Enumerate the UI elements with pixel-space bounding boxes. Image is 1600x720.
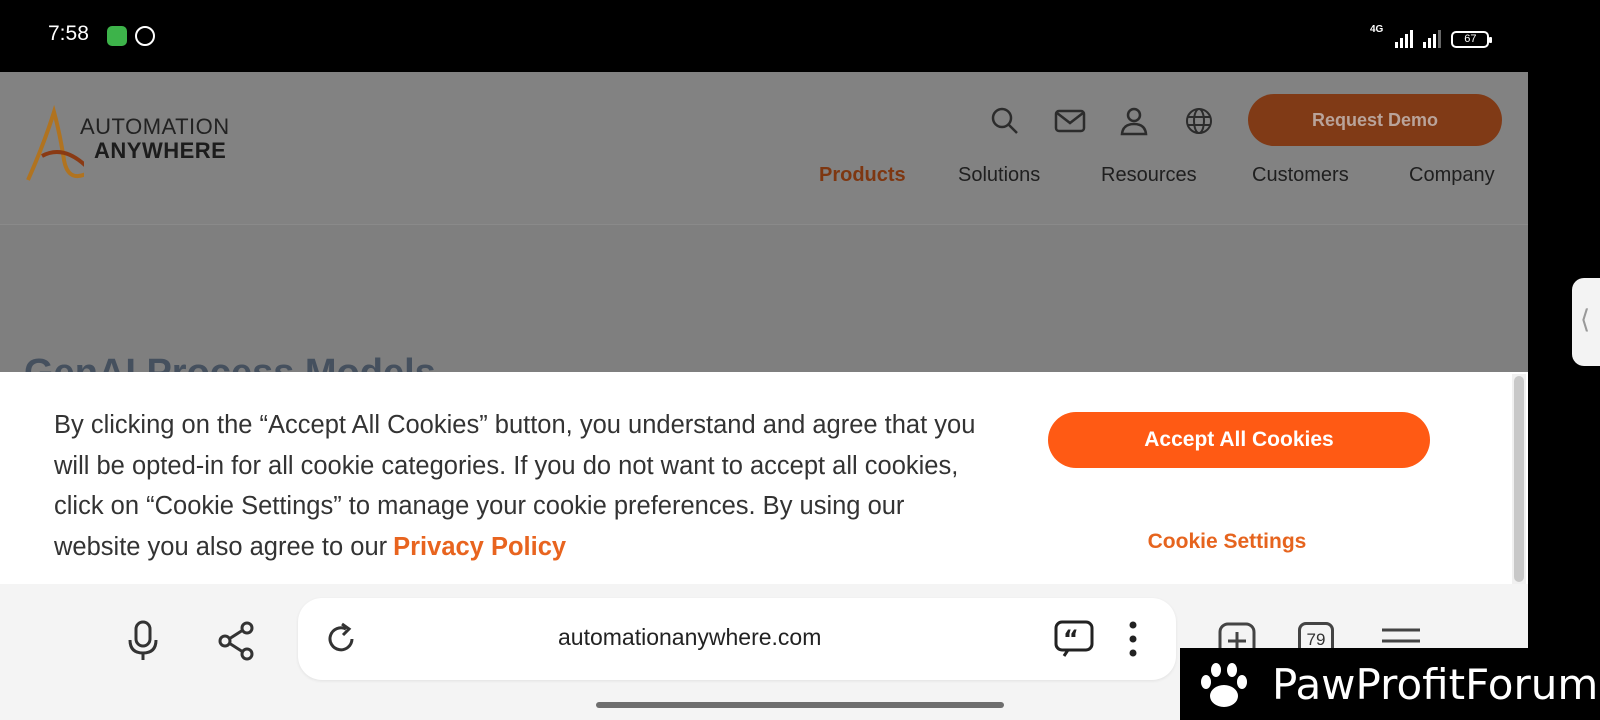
watermark-text: PawProfitForum	[1272, 660, 1599, 709]
privacy-policy-link[interactable]: Privacy Policy	[393, 533, 566, 561]
messaging-app-icon	[107, 26, 127, 46]
nav-customers[interactable]: Customers	[1252, 164, 1349, 187]
nav-solutions[interactable]: Solutions	[958, 164, 1040, 187]
web-page: AUTOMATION ANYWHERE Request Demo Product…	[0, 72, 1528, 372]
search-icon[interactable]	[988, 104, 1022, 138]
site-header: AUTOMATION ANYWHERE Request Demo Product…	[0, 72, 1528, 225]
cookie-banner: By clicking on the “Accept All Cookies” …	[0, 372, 1528, 584]
network-type: 4G	[1370, 24, 1384, 35]
address-bar[interactable]: automationanywhere.com “	[298, 598, 1176, 680]
paw-icon	[1201, 663, 1247, 707]
cookie-settings-button[interactable]: Cookie Settings	[1100, 522, 1354, 562]
quote-icon[interactable]: “	[1052, 616, 1098, 662]
logo-mark-icon	[26, 104, 84, 181]
signal-icon-2	[1423, 30, 1442, 48]
cookie-message: By clicking on the “Accept All Cookies” …	[54, 405, 994, 567]
user-icon[interactable]	[1117, 104, 1151, 138]
signal-icon	[1395, 30, 1414, 48]
status-bar: 7:58 4G 67	[0, 0, 1600, 72]
mail-icon[interactable]	[1053, 104, 1087, 138]
page-title: GenAI Process Models	[24, 352, 436, 372]
status-time: 7:58	[48, 22, 89, 45]
watermark: PawProfitForum	[1180, 648, 1600, 720]
chevron-left-icon: ⟨	[1580, 304, 1591, 334]
nav-resources[interactable]: Resources	[1101, 164, 1197, 187]
side-panel-handle[interactable]: ⟨	[1572, 278, 1600, 366]
more-icon[interactable]	[1110, 616, 1156, 662]
cookie-scrollbar[interactable]	[1512, 374, 1526, 584]
globe-icon[interactable]	[1182, 104, 1216, 138]
logo-line2: ANYWHERE	[94, 138, 227, 163]
home-indicator[interactable]	[596, 702, 1004, 708]
battery-icon: 67	[1451, 31, 1493, 48]
request-demo-button[interactable]: Request Demo	[1248, 94, 1502, 146]
accept-all-cookies-button[interactable]: Accept All Cookies	[1048, 412, 1430, 468]
reload-icon[interactable]	[318, 616, 364, 662]
status-indicators: 4G 67	[1370, 24, 1493, 48]
svg-text:“: “	[1063, 625, 1079, 653]
notification-app-icon	[135, 26, 155, 46]
nav-products[interactable]: Products	[819, 164, 906, 187]
share-icon[interactable]	[213, 618, 259, 664]
logo[interactable]: AUTOMATION ANYWHERE	[24, 104, 234, 184]
microphone-icon[interactable]	[120, 618, 166, 664]
nav-company[interactable]: Company	[1409, 164, 1495, 187]
logo-line1: AUTOMATION	[80, 114, 230, 139]
scrollbar-thumb[interactable]	[1514, 376, 1524, 582]
url-text[interactable]: automationanywhere.com	[558, 624, 821, 651]
